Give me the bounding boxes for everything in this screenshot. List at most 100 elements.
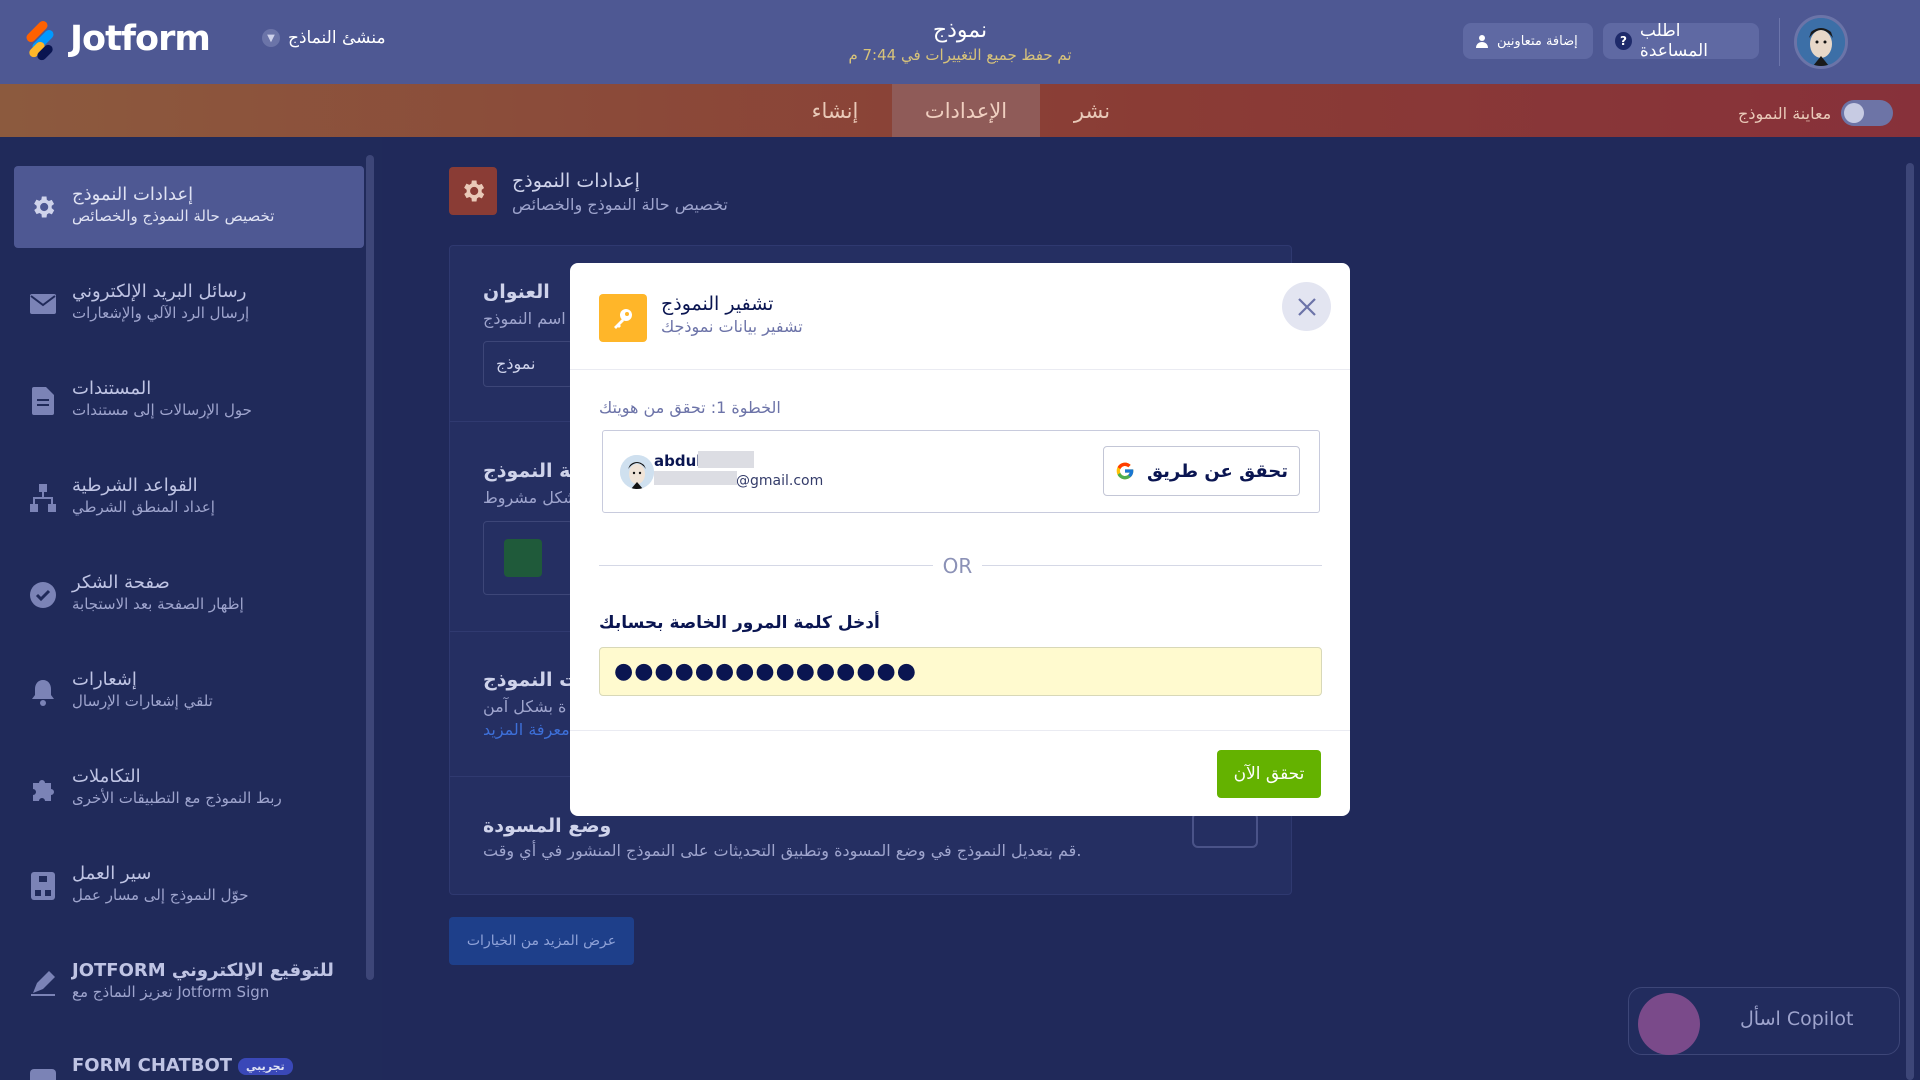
account-name: abdul — [654, 452, 702, 470]
sidebar-item-notifications[interactable]: إشعارات تلقي إشعارات الإرسال — [14, 651, 364, 733]
sidebar-item-conditions[interactable]: القواعد الشرطية إعداد المنطق الشرطي — [14, 457, 364, 539]
sidebar-item-form-settings[interactable]: إعدادات النموذج تخصيص حالة النموذج والخصا… — [14, 166, 364, 248]
sidebar-item-title: إعدادات النموذج — [72, 184, 194, 205]
form-status-sub: شكل مشروط — [483, 488, 577, 507]
sidebar-item-title: التكاملات — [72, 766, 141, 787]
or-separator: OR — [942, 554, 973, 578]
section-subtitle: تخصيص حالة النموذج والخصائص — [512, 195, 728, 214]
form-builder-dropdown[interactable]: ▼ منشئ النماذج — [262, 28, 386, 48]
draft-mode-label: وضع المسودة — [483, 815, 612, 837]
draft-mode-toggle[interactable] — [1192, 812, 1258, 848]
save-status: تم حفظ جميع التغييرات في 7:44 م — [848, 46, 1072, 64]
sidebar-item-title: FORM CHATBOT — [72, 1055, 233, 1076]
section-title: إعدادات النموذج — [512, 170, 640, 192]
show-more-options-button[interactable]: عرض المزيد من الخيارات — [449, 917, 634, 965]
get-help-button[interactable]: ? اطلب المساعدة — [1603, 21, 1759, 61]
modal-title: تشفير النموذج — [661, 293, 774, 315]
tab-settings[interactable]: الإعدادات — [892, 84, 1040, 137]
gear-icon — [28, 192, 58, 222]
preview-label: معاينة النموذج — [1738, 103, 1832, 123]
jotform-logo[interactable]: Jotform — [22, 19, 211, 63]
password-input[interactable] — [599, 647, 1322, 696]
sidebar-item-title: JOTFORM للتوقيع الإلكتروني — [72, 960, 334, 981]
close-button[interactable] — [1282, 282, 1331, 331]
close-icon — [1297, 297, 1316, 316]
sidebar-item-sub: تلقي إشعارات الإرسال — [72, 692, 213, 710]
modal-subtitle: تشفير بيانات نموذجك — [661, 317, 803, 336]
sidebar-item-sub: حوّل النموذج إلى مسار عمل — [72, 886, 249, 904]
sidebar-item-thank-you-page[interactable]: صفحة الشكر إظهار الصفحة بعد الاستجابة — [14, 554, 364, 636]
add-collaborators-button[interactable]: إضافة متعاونين — [1463, 23, 1593, 59]
title-field-sub: اسم النموذج — [483, 309, 566, 328]
google-icon — [1116, 462, 1134, 480]
sidebar-scrollbar[interactable] — [366, 155, 374, 980]
copilot-label: اسأل Copilot — [1740, 1008, 1854, 1030]
logo-text: Jotform — [70, 19, 211, 59]
sign-icon — [28, 968, 58, 998]
sidebar-item-title: إشعارات — [72, 669, 137, 690]
password-label: أدخل كلمة المرور الخاصة بحسابك — [599, 613, 880, 633]
collab-label: إضافة متعاونين — [1497, 33, 1578, 49]
encrypt-form-modal: تشفير النموذج تشفير بيانات نموذجك الخطوة… — [570, 263, 1350, 816]
sidebar-item-workflow[interactable]: سير العمل حوّل النموذج إلى مسار عمل — [14, 845, 364, 927]
jotform-logo-icon — [22, 19, 58, 63]
header-divider — [1779, 18, 1780, 66]
sidebar-item-sub: إرسال الرد الآلي والإشعارات — [72, 304, 250, 322]
user-avatar[interactable] — [1794, 15, 1848, 69]
sidebar-item-title: سير العمل — [72, 863, 152, 884]
modal-header: تشفير النموذج تشفير بيانات نموذجك — [570, 263, 1350, 370]
check-circle-icon — [28, 580, 58, 610]
key-icon — [599, 294, 647, 342]
bell-icon — [28, 677, 58, 707]
sidebar-item-emails[interactable]: رسائل البريد الإلكتروني إرسال الرد الآلي … — [14, 263, 364, 345]
modal-footer-divider — [570, 730, 1350, 731]
mail-icon — [28, 289, 58, 319]
beta-badge: تجريبي — [238, 1057, 293, 1075]
verify-with-google-button[interactable]: تحقق عن طريق — [1103, 446, 1300, 496]
learn-more-link[interactable]: معرفة المزيد — [483, 720, 570, 739]
preview-switch[interactable] — [1841, 100, 1894, 126]
help-icon: ? — [1615, 32, 1632, 50]
puzzle-icon — [28, 774, 58, 804]
account-avatar — [620, 455, 654, 489]
draft-mode-sub: قم بتعديل النموذج في وضع المسودة وتطبيق … — [483, 841, 1082, 860]
sidebar-item-sub: تعزيز النماذج مع Jotform Sign — [72, 983, 270, 1001]
settings-sidebar: إعدادات النموذج تخصيص حالة النموذج والخصا… — [0, 137, 366, 1080]
sidebar-item-title: رسائل البريد الإلكتروني — [72, 281, 247, 302]
tab-create[interactable]: إنشاء — [770, 84, 900, 137]
user-icon — [1476, 35, 1488, 48]
sidebar-item-title: المستندات — [72, 378, 152, 399]
google-button-label: تحقق عن طريق — [1146, 460, 1289, 482]
sidebar-item-sub: ربط النموذج مع التطبيقات الأخرى — [72, 789, 282, 807]
title-input[interactable]: نموذج — [483, 341, 573, 387]
form-status-icon — [504, 539, 542, 577]
help-label: اطلب المساعدة — [1639, 21, 1708, 61]
chatbot-icon — [28, 1063, 58, 1080]
redacted-email — [654, 471, 737, 485]
copilot-mascot-icon — [1638, 993, 1700, 1055]
main-scrollbar[interactable] — [1906, 163, 1914, 1080]
sidebar-item-documents[interactable]: المستندات حول الإرسالات إلى مستندات — [14, 360, 364, 442]
encrypt-sub: ة بشكل آمن — [483, 697, 567, 716]
sidebar-item-sub: تخصيص حالة النموذج والخصائص — [72, 207, 275, 225]
sidebar-item-title: القواعد الشرطية — [72, 475, 198, 496]
sidebar-item-integrations[interactable]: التكاملات ربط النموذج مع التطبيقات الأخرى — [14, 748, 364, 830]
sidebar-item-form-chatbot[interactable]: FORM CHATBOT تجريبي — [14, 1037, 364, 1080]
or-divider-right — [982, 565, 1322, 566]
sidebar-item-sub: إظهار الصفحة بعد الاستجابة — [72, 595, 244, 613]
tab-publish[interactable]: نشر — [1040, 84, 1144, 137]
form-preview-toggle[interactable]: معاينة النموذج — [1738, 100, 1894, 126]
avatar-face-icon — [1797, 18, 1845, 66]
or-divider-left — [599, 565, 933, 566]
account-email: @gmail.com — [736, 473, 824, 489]
builder-label: منشئ النماذج — [288, 28, 386, 48]
sidebar-item-jotform-sign[interactable]: JOTFORM للتوقيع الإلكتروني تعزيز النماذج … — [14, 942, 364, 1024]
builder-nav-bar: إنشاء الإعدادات نشر معاينة النموذج — [0, 84, 1920, 137]
sidebar-item-sub: إعداد المنطق الشرطي — [72, 498, 215, 516]
workflow-icon — [28, 871, 58, 901]
redacted-name — [698, 451, 754, 468]
verify-now-button[interactable]: تحقق الآن — [1217, 750, 1321, 798]
top-bar: Jotform ▼ منشئ النماذج نموذج تم حفظ جميع… — [0, 0, 1920, 84]
settings-gear-icon — [449, 167, 497, 215]
form-title[interactable]: نموذج — [760, 18, 1160, 43]
